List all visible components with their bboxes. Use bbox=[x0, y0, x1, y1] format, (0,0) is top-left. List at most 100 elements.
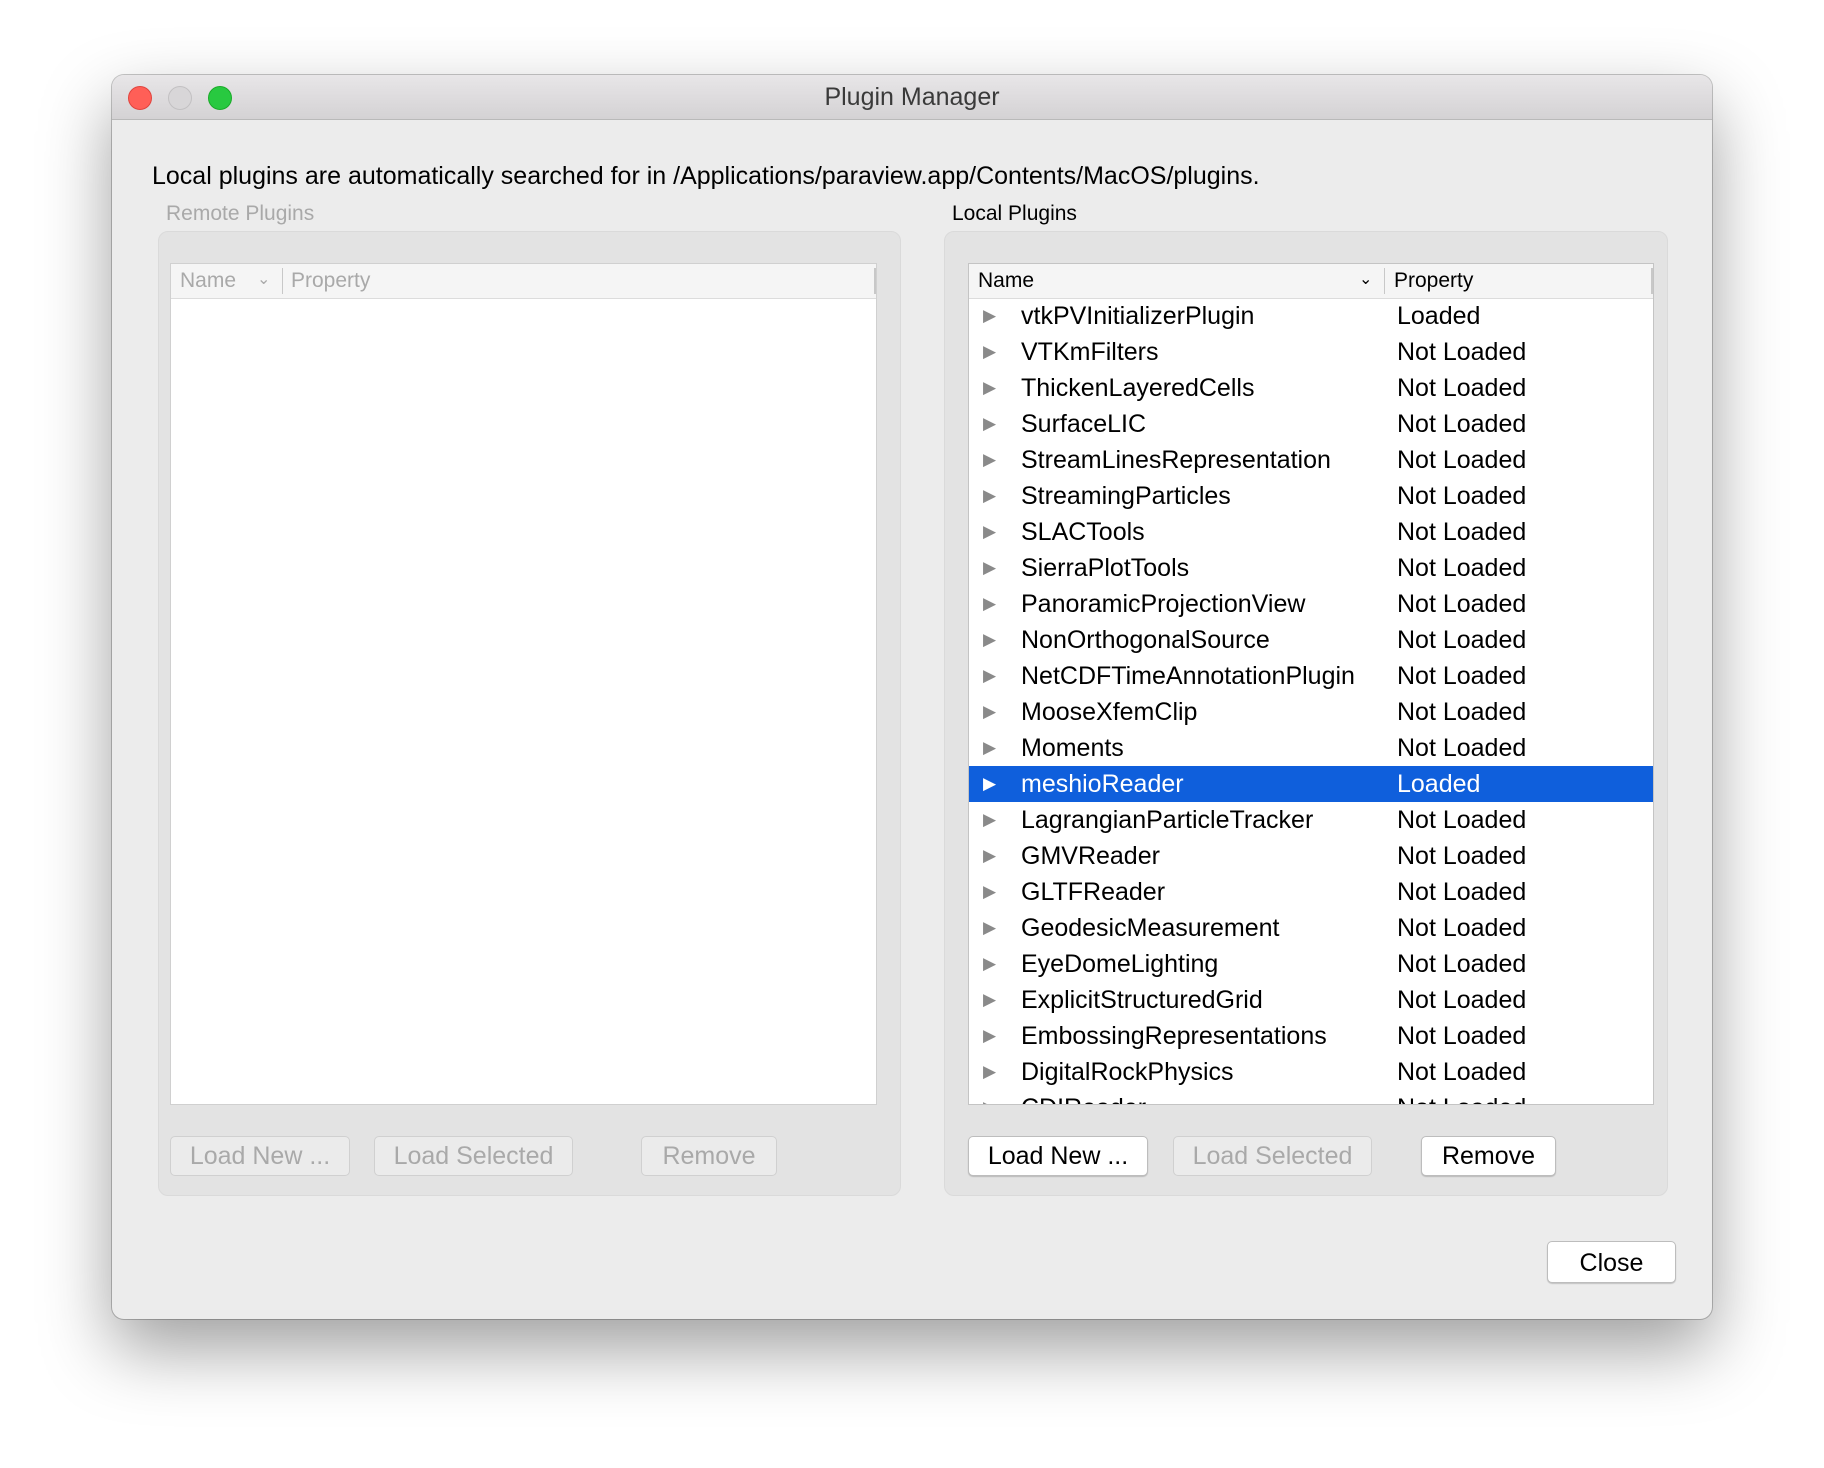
plugin-row[interactable]: ▶ NonOrthogonalSource Not Loaded bbox=[969, 622, 1653, 658]
plugin-row[interactable]: ▶ NetCDFTimeAnnotationPlugin Not Loaded bbox=[969, 658, 1653, 694]
remote-property-column-header[interactable]: Property bbox=[291, 269, 370, 293]
expand-triangle-icon[interactable]: ▶ bbox=[983, 1022, 996, 1050]
title-bar[interactable]: Plugin Manager bbox=[112, 75, 1712, 120]
plugin-row[interactable]: ▶ Moments Not Loaded bbox=[969, 730, 1653, 766]
plugin-row[interactable]: ▶ DigitalRockPhysics Not Loaded bbox=[969, 1054, 1653, 1090]
remote-remove-button[interactable]: Remove bbox=[641, 1136, 777, 1176]
column-divider[interactable] bbox=[1384, 268, 1385, 294]
plugin-row[interactable]: ▶ CDIReader Not Loaded bbox=[969, 1090, 1653, 1104]
plugin-name: GMVReader bbox=[1021, 842, 1160, 870]
remote-name-column-header[interactable]: Name bbox=[180, 269, 236, 293]
plugin-row[interactable]: ▶ meshioReader Loaded bbox=[969, 766, 1653, 802]
sort-chevron-down-icon: ⌄ bbox=[257, 271, 271, 288]
window-title: Plugin Manager bbox=[824, 83, 1000, 111]
plugin-row[interactable]: ▶ vtkPVInitializerPlugin Loaded bbox=[969, 298, 1653, 334]
expand-triangle-icon[interactable]: ▶ bbox=[983, 662, 996, 690]
plugin-status: Not Loaded bbox=[1397, 1022, 1527, 1050]
column-divider bbox=[874, 268, 876, 294]
expand-triangle-icon[interactable]: ▶ bbox=[983, 482, 996, 510]
plugin-row[interactable]: ▶ EyeDomeLighting Not Loaded bbox=[969, 946, 1653, 982]
plugin-name: SurfaceLIC bbox=[1021, 410, 1147, 438]
local-plugins-group: Name ⌄ Property ▶ vtkPVInitializerPlugin L… bbox=[944, 231, 1668, 1196]
local-plugins-label: Local Plugins bbox=[952, 202, 1077, 225]
plugin-status: Not Loaded bbox=[1397, 878, 1527, 906]
plugin-status: Not Loaded bbox=[1397, 914, 1527, 942]
plugin-row[interactable]: ▶ SurfaceLIC Not Loaded bbox=[969, 406, 1653, 442]
remote-load-selected-button[interactable]: Load Selected bbox=[374, 1136, 573, 1176]
plugin-row[interactable]: ▶ LagrangianParticleTracker Not Loaded bbox=[969, 802, 1653, 838]
remote-plugins-label: Remote Plugins bbox=[166, 202, 315, 225]
plugin-status: Not Loaded bbox=[1397, 698, 1527, 726]
plugin-name: NetCDFTimeAnnotationPlugin bbox=[1021, 662, 1355, 690]
local-tree-header: Name ⌄ Property bbox=[969, 264, 1653, 299]
plugin-name: StreamingParticles bbox=[1021, 482, 1231, 510]
plugin-row[interactable]: ▶ GMVReader Not Loaded bbox=[969, 838, 1653, 874]
plugin-row[interactable]: ▶ EmbossingRepresentations Not Loaded bbox=[969, 1018, 1653, 1054]
plugin-status: Not Loaded bbox=[1397, 410, 1527, 438]
expand-triangle-icon[interactable]: ▶ bbox=[983, 338, 996, 366]
expand-triangle-icon[interactable]: ▶ bbox=[983, 914, 996, 942]
plugin-search-path-info: Local plugins are automatically searched… bbox=[152, 162, 1260, 190]
expand-triangle-icon[interactable]: ▶ bbox=[983, 770, 996, 798]
expand-triangle-icon[interactable]: ▶ bbox=[983, 950, 996, 978]
plugin-status: Not Loaded bbox=[1397, 1058, 1527, 1086]
plugin-name: EmbossingRepresentations bbox=[1021, 1022, 1327, 1050]
remote-tree-header: Name ⌄ Property bbox=[171, 264, 876, 299]
plugin-status: Not Loaded bbox=[1397, 1094, 1526, 1104]
expand-triangle-icon[interactable]: ▶ bbox=[983, 842, 996, 870]
expand-triangle-icon[interactable]: ▶ bbox=[983, 986, 996, 1014]
plugin-manager-window: Plugin Manager Local plugins are automat… bbox=[112, 75, 1712, 1319]
plugin-name: SierraPlotTools bbox=[1021, 554, 1190, 582]
plugin-row[interactable]: ▶ ThickenLayeredCells Not Loaded bbox=[969, 370, 1653, 406]
plugin-status: Loaded bbox=[1397, 302, 1481, 330]
plugin-name: DigitalRockPhysics bbox=[1021, 1058, 1234, 1086]
plugin-row[interactable]: ▶ GeodesicMeasurement Not Loaded bbox=[969, 910, 1653, 946]
local-name-column-header[interactable]: Name bbox=[978, 269, 1034, 293]
plugin-row[interactable]: ▶ SierraPlotTools Not Loaded bbox=[969, 550, 1653, 586]
expand-triangle-icon[interactable]: ▶ bbox=[983, 1058, 996, 1086]
plugin-name: vtkPVInitializerPlugin bbox=[1021, 302, 1255, 330]
plugin-row[interactable]: ▶ StreamingParticles Not Loaded bbox=[969, 478, 1653, 514]
expand-triangle-icon[interactable]: ▶ bbox=[983, 374, 996, 402]
local-load-selected-button[interactable]: Load Selected bbox=[1173, 1136, 1372, 1176]
plugin-status: Not Loaded bbox=[1397, 950, 1527, 978]
plugin-name: CDIReader bbox=[1021, 1094, 1146, 1104]
plugin-name: Moments bbox=[1021, 734, 1124, 762]
expand-triangle-icon[interactable]: ▶ bbox=[983, 410, 996, 438]
local-property-column-header[interactable]: Property bbox=[1394, 269, 1473, 293]
local-plugin-list: ▶ vtkPVInitializerPlugin Loaded ▶ VTKmFilter… bbox=[969, 298, 1653, 1104]
plugin-name: VTKmFilters bbox=[1021, 338, 1159, 366]
expand-triangle-icon[interactable]: ▶ bbox=[983, 734, 996, 762]
remote-plugins-tree[interactable]: Name ⌄ Property bbox=[170, 263, 877, 1105]
plugin-name: GeodesicMeasurement bbox=[1021, 914, 1280, 942]
plugin-name: SLACTools bbox=[1021, 518, 1145, 546]
plugin-row[interactable]: ▶ ExplicitStructuredGrid Not Loaded bbox=[969, 982, 1653, 1018]
expand-triangle-icon[interactable]: ▶ bbox=[983, 302, 996, 330]
plugin-status: Loaded bbox=[1397, 770, 1481, 798]
plugin-row[interactable]: ▶ MooseXfemClip Not Loaded bbox=[969, 694, 1653, 730]
expand-triangle-icon[interactable]: ▶ bbox=[983, 878, 996, 906]
close-button[interactable]: Close bbox=[1547, 1241, 1676, 1283]
plugin-row[interactable]: ▶ StreamLinesRepresentation Not Loaded bbox=[969, 442, 1653, 478]
plugin-status: Not Loaded bbox=[1397, 662, 1527, 690]
expand-triangle-icon[interactable]: ▶ bbox=[983, 518, 996, 546]
expand-triangle-icon[interactable]: ▶ bbox=[983, 554, 996, 582]
expand-triangle-icon[interactable]: ▶ bbox=[983, 806, 996, 834]
expand-triangle-icon[interactable]: ▶ bbox=[983, 446, 996, 474]
expand-triangle-icon[interactable]: ▶ bbox=[983, 1094, 996, 1104]
plugin-status: Not Loaded bbox=[1397, 806, 1527, 834]
column-divider[interactable] bbox=[282, 268, 283, 294]
expand-triangle-icon[interactable]: ▶ bbox=[983, 590, 996, 618]
expand-triangle-icon[interactable]: ▶ bbox=[983, 626, 996, 654]
plugin-row[interactable]: ▶ PanoramicProjectionView Not Loaded bbox=[969, 586, 1653, 622]
plugin-row[interactable]: ▶ SLACTools Not Loaded bbox=[969, 514, 1653, 550]
local-load-new-button[interactable]: Load New ... bbox=[968, 1136, 1148, 1176]
remote-load-new-button[interactable]: Load New ... bbox=[170, 1136, 350, 1176]
expand-triangle-icon[interactable]: ▶ bbox=[983, 698, 996, 726]
plugin-row[interactable]: ▶ GLTFReader Not Loaded bbox=[969, 874, 1653, 910]
local-plugins-tree[interactable]: Name ⌄ Property ▶ vtkPVInitializerPlugin L… bbox=[968, 263, 1654, 1105]
local-remove-button[interactable]: Remove bbox=[1421, 1136, 1556, 1176]
plugin-row[interactable]: ▶ VTKmFilters Not Loaded bbox=[969, 334, 1653, 370]
plugin-name: StreamLinesRepresentation bbox=[1021, 446, 1331, 474]
plugin-name: LagrangianParticleTracker bbox=[1021, 806, 1314, 834]
